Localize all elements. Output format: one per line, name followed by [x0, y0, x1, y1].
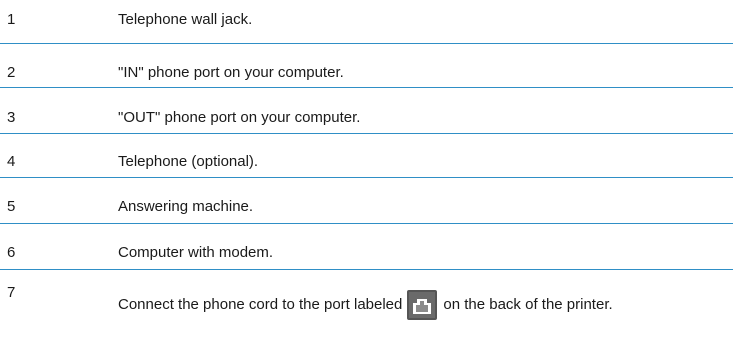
row-description: Connect the phone cord to the port label…: [118, 290, 613, 320]
legend-row-3: 3 "OUT" phone port on your computer.: [0, 88, 733, 134]
row-number: 5: [7, 198, 16, 215]
row-description: "OUT" phone port on your computer.: [118, 109, 361, 126]
row-number: 6: [7, 244, 16, 261]
legend-table: 1 Telephone wall jack. 2 "IN" phone port…: [0, 0, 733, 337]
row-text-before-icon: Connect the phone cord to the port label…: [118, 296, 403, 313]
row-number: 1: [7, 11, 16, 28]
row-number: 2: [7, 64, 16, 81]
phone-port-icon: [407, 290, 438, 320]
legend-row-5: 5 Answering machine.: [0, 178, 733, 224]
row-number: 3: [7, 109, 16, 126]
legend-row-7: 7 Connect the phone cord to the port lab…: [0, 270, 733, 337]
row-description: "IN" phone port on your computer.: [118, 64, 344, 81]
row-text-after-icon: on the back of the printer.: [443, 296, 613, 313]
row-description: Computer with modem.: [118, 244, 274, 261]
legend-row-2: 2 "IN" phone port on your computer.: [0, 44, 733, 88]
legend-row-6: 6 Computer with modem.: [0, 224, 733, 270]
legend-row-4: 4 Telephone (optional).: [0, 134, 733, 178]
row-number: 4: [7, 153, 16, 170]
row-description: Answering machine.: [118, 198, 254, 215]
row-number: 7: [7, 284, 16, 301]
legend-row-1: 1 Telephone wall jack.: [0, 0, 733, 44]
row-description: Telephone wall jack.: [118, 11, 253, 28]
row-description: Telephone (optional).: [118, 153, 259, 170]
